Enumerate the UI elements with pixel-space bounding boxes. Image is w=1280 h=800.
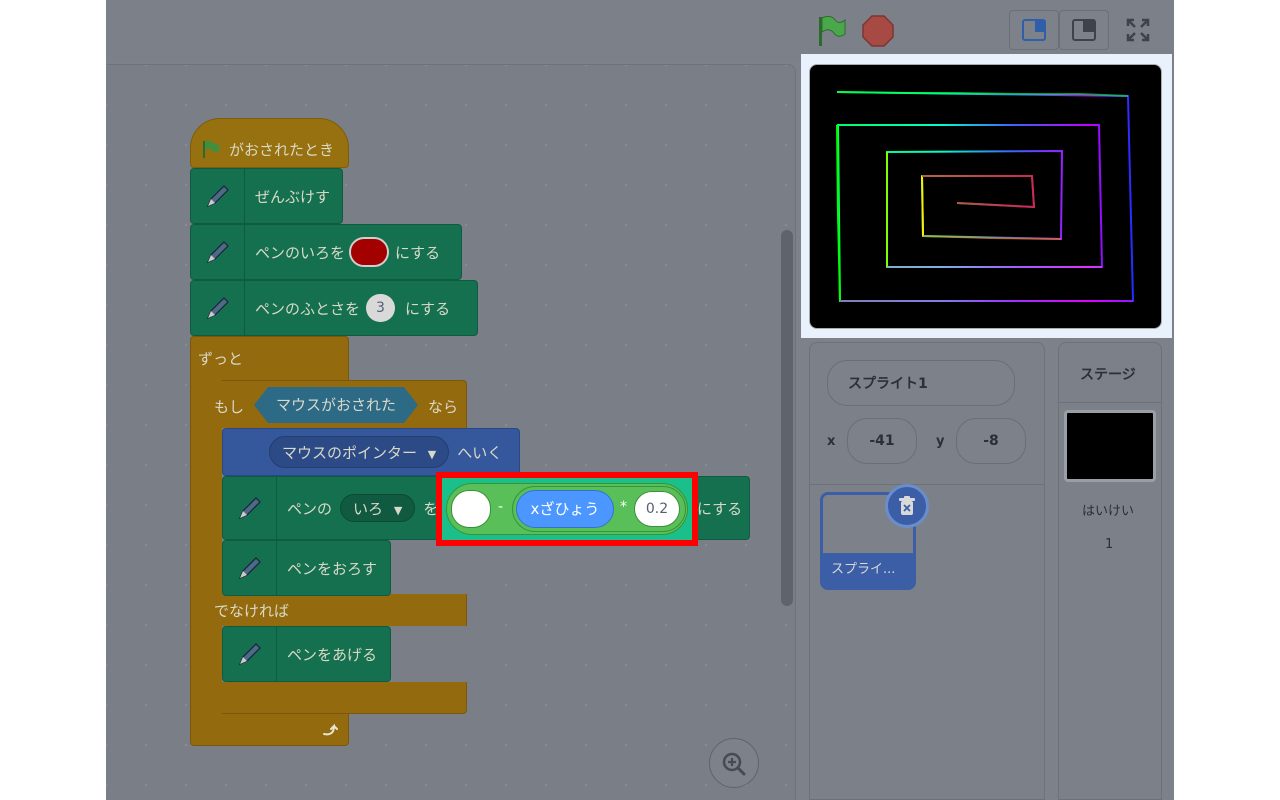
stage-canvas[interactable] — [809, 64, 1162, 329]
hat-label: がおされたとき — [229, 140, 335, 159]
trash-icon — [899, 496, 915, 515]
pen-icon-box — [191, 281, 245, 335]
y-field[interactable]: -8 — [956, 418, 1026, 464]
forever-label: ずっと — [198, 350, 244, 368]
pen-param-dropdown[interactable]: いろ ▼ — [340, 494, 416, 522]
fullscreen-icon — [1126, 18, 1150, 42]
stage-pane-divider — [1058, 402, 1162, 403]
else-label: でなければ — [214, 602, 290, 620]
y-label: y — [936, 434, 945, 449]
go-to-block[interactable]: マウスのポインター ▼ へいく — [222, 428, 520, 476]
sprite-name-field[interactable]: スプライト1 — [827, 360, 1015, 406]
goto-label: へいく — [457, 443, 503, 462]
pen-icon — [206, 185, 229, 208]
sprite-tile-caption: スプライ... — [823, 553, 913, 587]
delete-sprite-button[interactable] — [885, 484, 929, 528]
spiral-drawing — [836, 91, 1135, 302]
pen-icon-box — [223, 627, 277, 681]
x-field[interactable]: -41 — [847, 418, 917, 464]
mouse-down-condition[interactable]: マウスがおされた — [254, 387, 418, 423]
loop-arrow-icon — [323, 723, 338, 736]
large-stage-icon — [1072, 19, 1096, 41]
chevron-down-icon: ▼ — [393, 504, 403, 517]
subtract-left-input[interactable] — [451, 490, 491, 528]
chevron-down-icon: ▼ — [427, 448, 437, 461]
y-value: -8 — [983, 433, 999, 449]
green-flag-icon[interactable] — [815, 14, 849, 48]
set-color-label: ペンのいろを — [255, 243, 346, 262]
clear-label: ぜんぶけす — [255, 187, 331, 206]
set-color-suffix: にする — [395, 243, 441, 262]
pen-icon — [206, 241, 229, 264]
condition-label: マウスがおされた — [276, 396, 397, 414]
pen-icon-box — [223, 477, 277, 539]
pen-down-label: ペンをおろす — [287, 559, 378, 578]
x-position-reporter[interactable]: xざひょう — [516, 490, 614, 528]
if-else-body-left — [206, 380, 222, 714]
multiplier-input[interactable]: 0.2 — [634, 491, 680, 527]
goto-target-label: マウスのポインター — [282, 444, 418, 462]
small-stage-button[interactable] — [1009, 10, 1059, 50]
pen-icon-box — [191, 169, 245, 223]
x-label: x — [827, 434, 836, 449]
pen-up-label: ペンをあげる — [287, 645, 378, 664]
pen-icon — [238, 643, 261, 666]
fullscreen-button[interactable] — [1113, 10, 1163, 50]
goto-target-dropdown[interactable]: マウスのポインター ▼ — [269, 436, 450, 468]
set-size-suffix: にする — [404, 299, 451, 318]
size-input[interactable]: 3 — [366, 294, 395, 322]
set-size-label: ペンのふとさを — [255, 299, 361, 318]
set-pen-size-block[interactable]: ペンのふとさを 3 にする — [190, 280, 478, 336]
pen-icon — [238, 557, 261, 580]
when-flag-clicked-block[interactable]: がおされたとき — [190, 118, 349, 168]
pane-divider — [809, 484, 1045, 485]
zoom-in-icon — [722, 752, 746, 776]
if-label: もし — [214, 398, 245, 416]
stop-icon[interactable] — [861, 14, 895, 48]
green-flag-icon — [203, 140, 219, 158]
set-param-suffix: にする — [697, 499, 743, 518]
set-pen-color-block[interactable]: ペンのいろを にする — [190, 224, 462, 280]
backdrops-count: 1 — [1105, 537, 1114, 552]
clear-block[interactable]: ぜんぶけす — [190, 168, 343, 224]
pen-param-option: いろ — [353, 500, 384, 518]
sprite-name-value: スプライト1 — [848, 376, 928, 392]
set-param-label: ペンの — [287, 499, 333, 518]
small-stage-icon — [1022, 19, 1046, 41]
sprite-tile-label: スプライ... — [831, 562, 896, 577]
backdrops-label: はいけい — [1082, 504, 1135, 519]
minus-sign: - — [498, 499, 504, 515]
times-sign: * — [620, 499, 627, 515]
pen-down-block[interactable]: ペンをおろす — [222, 540, 391, 596]
pen-icon-box — [223, 541, 277, 595]
x-value: -41 — [869, 433, 895, 449]
stage-pane-title: ステージ — [1080, 367, 1136, 383]
pen-icon — [206, 297, 229, 320]
then-label: なら — [428, 398, 459, 416]
color-swatch[interactable] — [349, 237, 390, 267]
pen-up-block[interactable]: ペンをあげる — [222, 626, 391, 682]
pen-icon-box — [191, 225, 245, 279]
pen-icon — [238, 497, 261, 520]
backdrop-thumbnail[interactable] — [1064, 410, 1156, 482]
workspace-scrollbar[interactable] — [781, 230, 793, 606]
zoom-in-button[interactable] — [709, 738, 759, 788]
large-stage-button[interactable] — [1059, 10, 1109, 50]
